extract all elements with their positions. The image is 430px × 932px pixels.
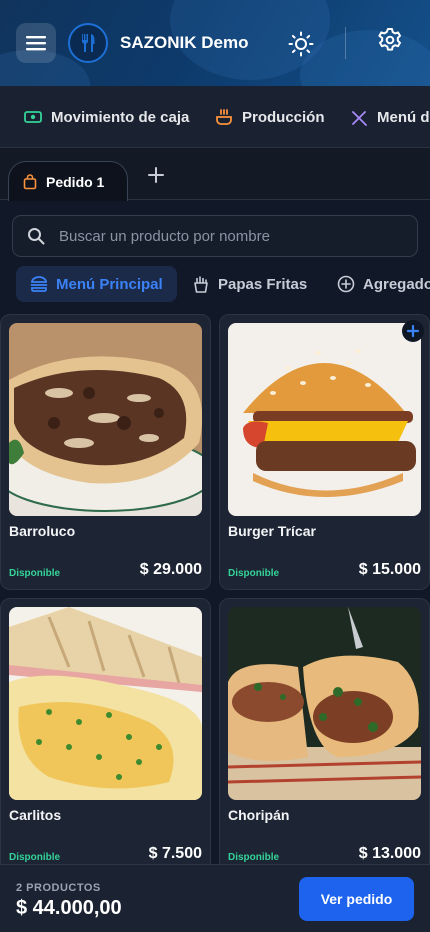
cart-summary-bar: 2 PRODUCTOS $ 44.000,00 Ver pedido: [0, 864, 430, 932]
add-to-order-button[interactable]: [402, 320, 424, 342]
cart-item-count: 2 PRODUCTOS: [16, 882, 101, 894]
fork-knife-icon: [82, 34, 95, 52]
sun-icon: [288, 31, 314, 57]
product-price: $ 29.000: [139, 561, 202, 578]
nav-item-label: Menú de: [377, 108, 430, 126]
product-card[interactable]: Carlitos Disponible $ 7.500: [0, 598, 211, 874]
category-label: Agregado: [363, 275, 430, 293]
hamburger-icon: [26, 36, 46, 51]
theme-toggle-button[interactable]: [288, 31, 314, 57]
gear-icon: [378, 28, 401, 51]
header-divider: [345, 27, 346, 59]
nav-item-cash-movement[interactable]: Movimiento de caja: [24, 86, 190, 147]
utensils-icon: [352, 110, 367, 126]
nav-item-label: Movimiento de caja: [51, 108, 190, 126]
settings-button[interactable]: [377, 27, 403, 53]
app-header: SAZONIK Demo: [0, 0, 430, 86]
product-name: Carlitos: [9, 807, 62, 823]
product-image-choripan: [228, 607, 421, 800]
plus-icon: [406, 324, 420, 338]
order-tabs: Pedido 1: [0, 148, 430, 201]
category-label: Menú Principal: [56, 275, 163, 293]
shopping-bag-icon: [23, 173, 37, 189]
product-image-burger: [228, 323, 421, 516]
product-image-toasted-sandwich: [9, 607, 202, 800]
tab-label: Pedido 1: [46, 173, 105, 190]
product-name: Choripán: [228, 807, 290, 823]
search-input[interactable]: [59, 227, 399, 245]
product-price: $ 15.000: [358, 561, 421, 578]
nav-item-menu[interactable]: Menú de: [351, 86, 430, 147]
tab-order-1[interactable]: Pedido 1: [8, 161, 128, 201]
fries-icon: [194, 276, 208, 293]
hamburger-menu-button[interactable]: [16, 23, 56, 63]
availability-badge: Disponible: [9, 568, 61, 579]
plus-circle-icon: [337, 275, 355, 293]
category-label: Papas Fritas: [218, 275, 308, 293]
brand-name: SAZONIK Demo: [120, 33, 249, 52]
cooking-pot-icon: [216, 109, 232, 125]
nav-item-production[interactable]: Producción: [215, 86, 325, 147]
product-name: Barroluco: [9, 523, 76, 539]
search-icon: [28, 228, 45, 245]
availability-badge: Disponible: [228, 852, 280, 863]
category-fries[interactable]: Papas Fritas: [178, 266, 321, 302]
add-order-button[interactable]: [146, 165, 166, 185]
product-card[interactable]: Barroluco Disponible $ 29.000: [0, 314, 211, 590]
module-nav: Movimiento de caja Producción Menú de: [0, 86, 430, 148]
cash-icon: [24, 111, 42, 123]
product-price: $ 13.000: [358, 845, 421, 862]
nav-item-label: Producción: [242, 108, 325, 126]
burger-icon: [30, 276, 48, 292]
brand-logo: [68, 23, 108, 63]
product-card[interactable]: Choripán Disponible $ 13.000: [219, 598, 430, 874]
search-bar: [12, 215, 418, 257]
product-card[interactable]: Burger Trícar Disponible $ 15.000: [219, 314, 430, 590]
cart-total: $ 44.000,00: [16, 897, 122, 919]
category-extras[interactable]: Agregado: [323, 266, 430, 302]
availability-badge: Disponible: [9, 852, 61, 863]
plus-icon: [148, 167, 164, 183]
availability-badge: Disponible: [228, 568, 280, 579]
product-image-sandwich: [9, 323, 202, 516]
product-price: $ 7.500: [148, 845, 202, 862]
product-name: Burger Trícar: [228, 523, 316, 539]
view-order-button[interactable]: Ver pedido: [299, 877, 414, 921]
category-tabs: Menú Principal Papas Fritas Agregado: [0, 266, 430, 304]
category-main-menu[interactable]: Menú Principal: [16, 266, 177, 302]
